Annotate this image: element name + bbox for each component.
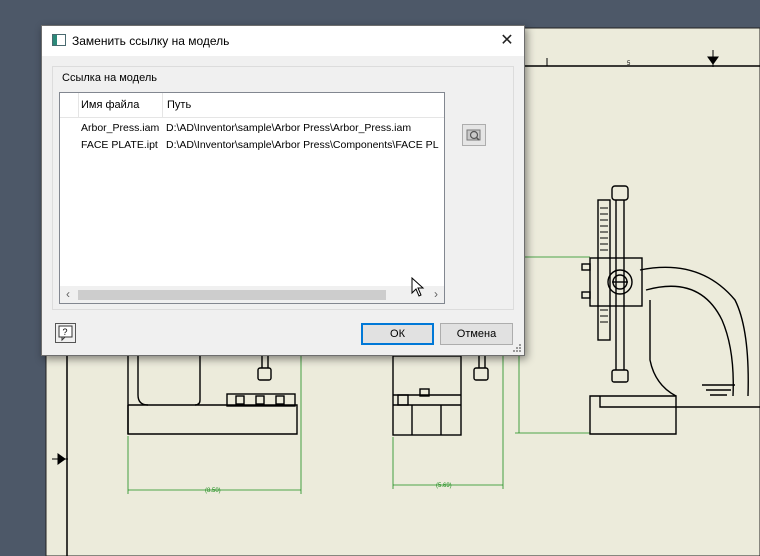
help-icon: ? xyxy=(58,325,73,342)
scroll-left-icon[interactable]: ‹ xyxy=(60,286,76,303)
browse-button[interactable] xyxy=(462,124,486,146)
dimension-label-1: (8.50) xyxy=(205,488,221,494)
column-separator[interactable] xyxy=(162,93,163,117)
dialog-title: Заменить ссылку на модель xyxy=(72,34,230,48)
svg-text:?: ? xyxy=(63,327,68,337)
file-list[interactable]: Имя файла Путь Arbor_Press.iam D:\AD\Inv… xyxy=(59,92,445,304)
title-bar[interactable]: Заменить ссылку на модель ✕ xyxy=(42,26,524,56)
group-label: Ссылка на модель xyxy=(62,72,158,84)
scrollbar-thumb[interactable] xyxy=(78,290,386,300)
resize-grip-icon[interactable] xyxy=(512,343,522,353)
dimension-label-2: (5.69) xyxy=(436,483,452,489)
close-button[interactable]: ✕ xyxy=(492,28,522,54)
model-reference-group: Ссылка на модель Имя файла Путь Arbor_Pr… xyxy=(52,66,514,310)
mouse-cursor-icon xyxy=(411,277,425,297)
file-name: FACE PLATE.ipt xyxy=(81,139,158,151)
cancel-button[interactable]: Отмена xyxy=(440,323,513,345)
file-name: Arbor_Press.iam xyxy=(81,122,160,134)
column-header-path[interactable]: Путь xyxy=(167,99,191,111)
app-icon xyxy=(52,34,66,46)
column-header-filename[interactable]: Имя файла xyxy=(81,99,139,111)
close-icon: ✕ xyxy=(500,32,514,49)
ok-button[interactable]: ОК xyxy=(361,323,434,345)
help-button[interactable]: ? xyxy=(55,323,76,343)
list-header: Имя файла Путь xyxy=(60,93,444,118)
file-path: D:\AD\Inventor\sample\Arbor Press\Arbor_… xyxy=(166,122,412,134)
list-item[interactable]: FACE PLATE.ipt D:\AD\Inventor\sample\Arb… xyxy=(60,137,444,154)
scroll-right-icon[interactable]: › xyxy=(428,286,444,303)
file-path: D:\AD\Inventor\sample\Arbor Press\Compon… xyxy=(166,139,439,151)
replace-model-reference-dialog: Заменить ссылку на модель ✕ Ссылка на мо… xyxy=(41,25,525,356)
list-item[interactable]: Arbor_Press.iam D:\AD\Inventor\sample\Ar… xyxy=(60,120,444,137)
column-separator[interactable] xyxy=(78,93,79,117)
browse-folder-icon xyxy=(466,129,481,141)
horizontal-scrollbar[interactable]: ‹ › xyxy=(60,286,444,303)
